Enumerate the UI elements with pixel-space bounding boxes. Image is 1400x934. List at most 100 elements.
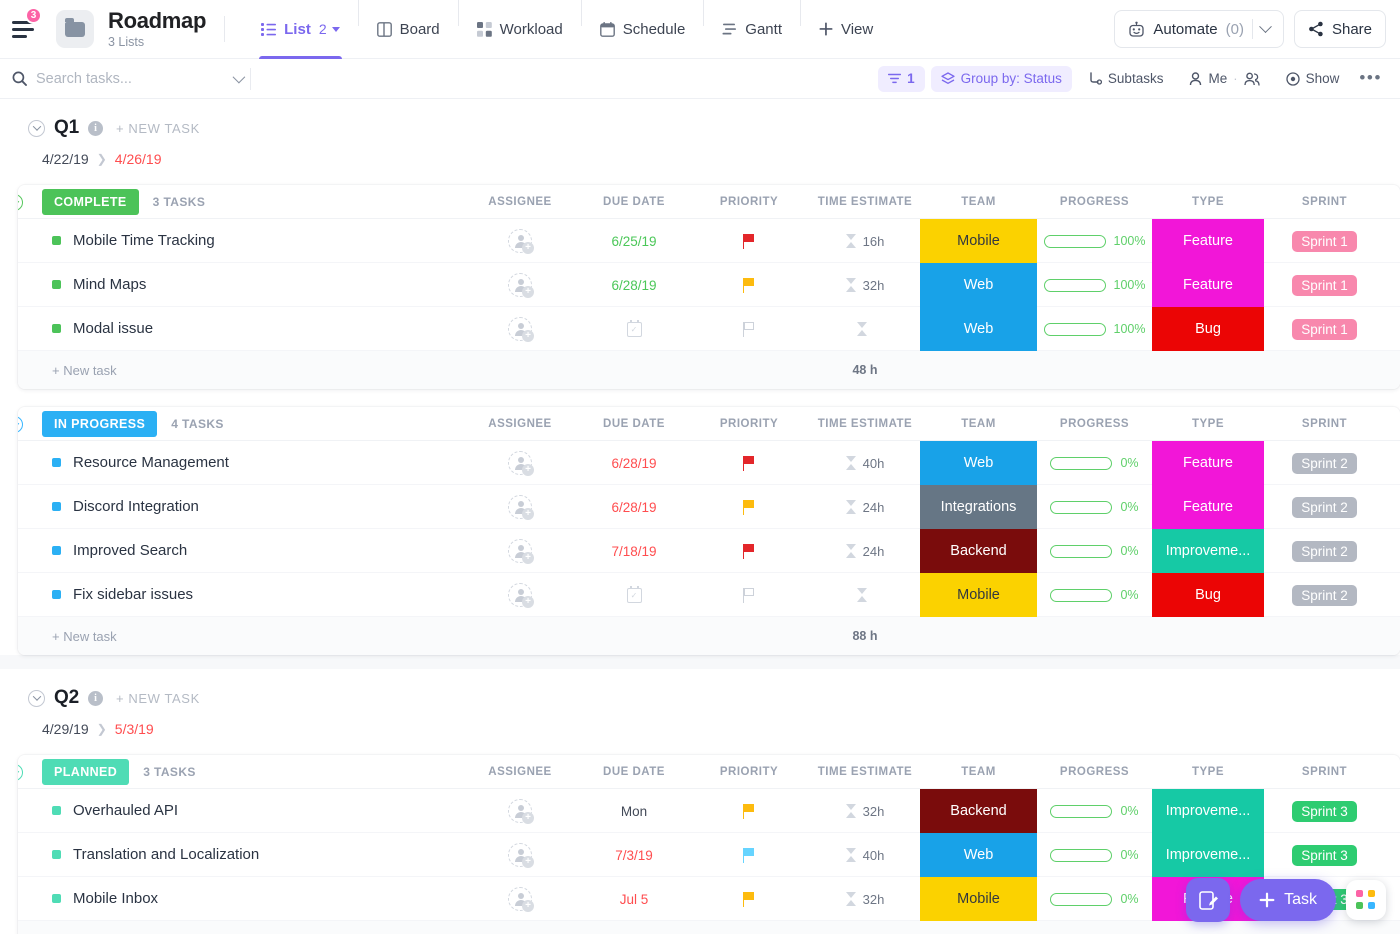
due-date-cell[interactable]: Mon: [578, 789, 690, 833]
time-estimate-cell[interactable]: 40h: [790, 833, 940, 877]
due-date-value[interactable]: 7/18/19: [611, 544, 656, 559]
assignee-cell[interactable]: +: [465, 877, 575, 921]
column-header-progress[interactable]: PROGRESS: [1037, 407, 1152, 441]
priority-cell[interactable]: [694, 877, 804, 921]
table-row[interactable]: Mobile Time Tracking + 6/25/19 16h Mobil…: [18, 219, 1400, 263]
avatar[interactable]: +: [508, 495, 532, 519]
column-header-progress[interactable]: PROGRESS: [1037, 185, 1152, 219]
table-row[interactable]: Mind Maps + 6/28/19 32h Web 100% Feature…: [18, 263, 1400, 307]
type-cell[interactable]: Feature: [1152, 263, 1264, 307]
avatar[interactable]: +: [508, 451, 532, 475]
sprint-tag[interactable]: Sprint 2: [1292, 541, 1357, 562]
column-header-team[interactable]: TEAM: [920, 755, 1037, 789]
team-cell[interactable]: Mobile: [920, 219, 1037, 263]
table-row[interactable]: Fix sidebar issues + ✓ Mobile 0% Bug Spr…: [18, 573, 1400, 617]
priority-cell[interactable]: [694, 833, 804, 877]
priority-cell[interactable]: [694, 789, 804, 833]
time-estimate-cell[interactable]: 24h: [790, 529, 940, 573]
folder-icon[interactable]: [56, 10, 94, 48]
assignee-cell[interactable]: +: [465, 789, 575, 833]
table-row[interactable]: Improved Search + 7/18/19 24h Backend 0%…: [18, 529, 1400, 573]
sprint-tag[interactable]: Sprint 2: [1292, 585, 1357, 606]
sprint-cell[interactable]: Sprint 3: [1266, 789, 1383, 833]
status-collapse-toggle[interactable]: [18, 416, 23, 433]
group-start-date[interactable]: 4/22/19: [42, 151, 89, 167]
task-name-cell[interactable]: Mind Maps: [18, 263, 146, 306]
group-new-task-link[interactable]: + NEW TASK: [116, 691, 200, 706]
priority-flag-normal-icon[interactable]: [743, 500, 756, 515]
task-status-dot[interactable]: [52, 806, 61, 815]
task-status-dot[interactable]: [52, 502, 61, 511]
status-collapse-toggle[interactable]: [18, 194, 23, 211]
team-cell[interactable]: Web: [920, 307, 1037, 351]
progress-cell[interactable]: 100%: [1037, 307, 1152, 351]
progress-cell[interactable]: 0%: [1037, 485, 1152, 529]
priority-cell[interactable]: [694, 219, 804, 263]
group-end-date[interactable]: 4/26/19: [115, 151, 162, 167]
column-header-team[interactable]: TEAM: [920, 407, 1037, 441]
add-task-button[interactable]: Task: [1240, 879, 1336, 921]
notepad-button[interactable]: [1186, 878, 1230, 922]
due-date-value[interactable]: Jul 5: [620, 892, 649, 907]
assignee-cell[interactable]: +: [465, 307, 575, 351]
sprint-cell[interactable]: Sprint 1: [1266, 263, 1383, 307]
time-estimate-value[interactable]: 16h: [846, 234, 885, 249]
priority-cell[interactable]: [694, 573, 804, 617]
chevron-down-icon[interactable]: [332, 27, 340, 32]
tab-gantt[interactable]: Gantt: [706, 0, 798, 59]
tab-list[interactable]: List 2: [245, 0, 355, 59]
due-date-value[interactable]: Mon: [621, 804, 647, 819]
priority-flag-high-icon[interactable]: [743, 456, 756, 471]
status-badge[interactable]: IN PROGRESS: [42, 411, 157, 437]
search-box[interactable]: [12, 71, 242, 87]
task-name-cell[interactable]: Discord Integration: [18, 485, 199, 528]
automate-button[interactable]: Automate (0): [1114, 10, 1284, 48]
group-start-date[interactable]: 4/29/19: [42, 721, 89, 737]
due-date-cell[interactable]: 7/3/19: [578, 833, 690, 877]
assignee-cell[interactable]: +: [465, 219, 575, 263]
task-status-dot[interactable]: [52, 894, 61, 903]
column-header-due-date[interactable]: DUE DATE: [578, 185, 690, 219]
table-row[interactable]: Modal issue + ✓ Web 100% Bug Sprint 1: [18, 307, 1400, 351]
progress-indicator[interactable]: 0%: [1050, 804, 1138, 818]
due-date-empty-icon[interactable]: ✓: [627, 322, 642, 337]
filter-button[interactable]: 1: [878, 66, 925, 92]
due-date-cell[interactable]: 7/18/19: [578, 529, 690, 573]
time-estimate-value[interactable]: 32h: [846, 804, 885, 819]
priority-cell[interactable]: [694, 485, 804, 529]
progress-cell[interactable]: 0%: [1037, 529, 1152, 573]
column-header-priority[interactable]: PRIORITY: [694, 407, 804, 441]
task-status-dot[interactable]: [52, 850, 61, 859]
type-cell[interactable]: Improveme...: [1152, 833, 1264, 877]
table-row[interactable]: Translation and Localization + 7/3/19 40…: [18, 833, 1400, 877]
due-date-cell[interactable]: 6/28/19: [578, 485, 690, 529]
time-estimate-value[interactable]: 32h: [846, 278, 885, 293]
task-name-cell[interactable]: Resource Management: [18, 441, 229, 484]
task-name-cell[interactable]: Mobile Inbox: [18, 877, 158, 920]
sprint-cell[interactable]: Sprint 3: [1266, 833, 1383, 877]
table-row[interactable]: Discord Integration + 6/28/19 24h Integr…: [18, 485, 1400, 529]
tab-board[interactable]: Board: [361, 0, 456, 59]
task-status-dot[interactable]: [52, 590, 61, 599]
time-estimate-cell[interactable]: [790, 307, 940, 351]
progress-indicator[interactable]: 0%: [1050, 500, 1138, 514]
priority-cell[interactable]: [694, 441, 804, 485]
due-date-cell[interactable]: ✓: [578, 307, 690, 351]
due-date-value[interactable]: 6/28/19: [611, 456, 656, 471]
task-name-cell[interactable]: Improved Search: [18, 529, 187, 572]
sprint-tag[interactable]: Sprint 1: [1292, 319, 1357, 340]
due-date-cell[interactable]: 6/28/19: [578, 263, 690, 307]
due-date-value[interactable]: 6/28/19: [611, 500, 656, 515]
sprint-cell[interactable]: Sprint 1: [1266, 219, 1383, 263]
time-estimate-value[interactable]: 40h: [846, 456, 885, 471]
team-cell[interactable]: Backend: [920, 789, 1037, 833]
priority-cell[interactable]: [694, 529, 804, 573]
avatar[interactable]: +: [508, 273, 532, 297]
progress-indicator[interactable]: 0%: [1050, 456, 1138, 470]
column-header-type[interactable]: TYPE: [1152, 185, 1264, 219]
new-task-row[interactable]: + New task88 h: [18, 617, 1400, 655]
type-cell[interactable]: Bug: [1152, 573, 1264, 617]
column-header-type[interactable]: TYPE: [1152, 407, 1264, 441]
column-header-assignee[interactable]: ASSIGNEE: [465, 185, 575, 219]
subtasks-button[interactable]: Subtasks: [1078, 66, 1174, 92]
